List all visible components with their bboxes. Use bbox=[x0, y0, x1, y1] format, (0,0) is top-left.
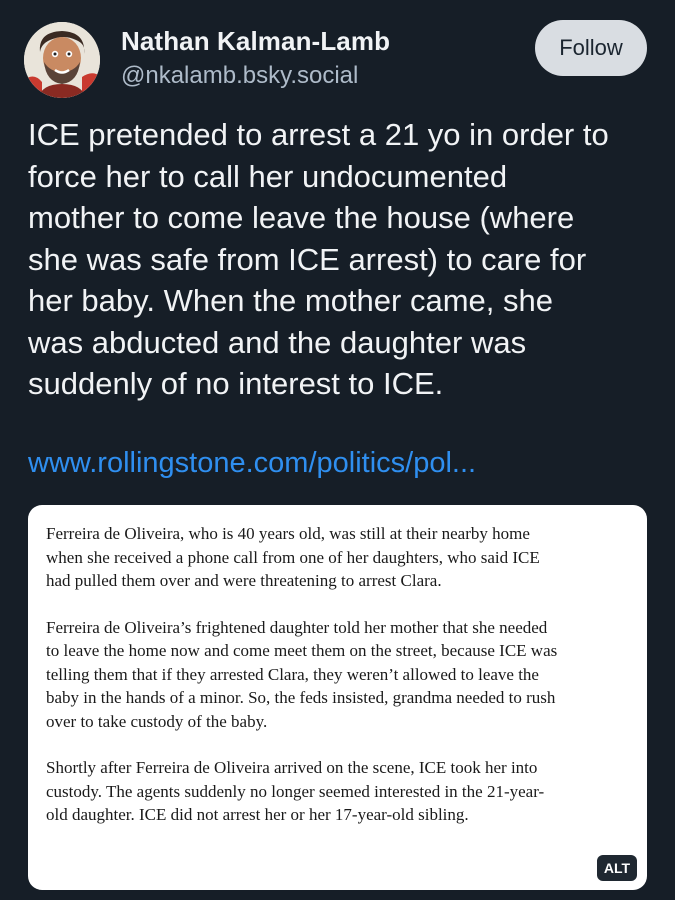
quote-line: old daughter. ICE did not arrest her or … bbox=[46, 805, 469, 824]
avatar-portrait-icon bbox=[24, 22, 100, 98]
quote-line: over to take custody of the baby. bbox=[46, 711, 268, 731]
post-text-line: suddenly of no interest to ICE. bbox=[28, 366, 444, 401]
quote-paragraph: Ferreira de Oliveira’s frightened daught… bbox=[46, 616, 636, 734]
quote-line: Ferreira de Oliveira, who is 40 years ol… bbox=[46, 524, 530, 543]
post-link[interactable]: www.rollingstone.com/politics/pol... bbox=[28, 447, 476, 480]
alt-text-button[interactable]: ALT bbox=[597, 855, 637, 881]
post-text-line: she was safe from ICE arrest) to care fo… bbox=[28, 241, 587, 277]
quote-line: when she received a phone call from one … bbox=[46, 547, 540, 567]
quote-line: telling them that if they arrested Clara… bbox=[46, 664, 539, 684]
post-text-line: ICE pretended to arrest a 21 yo in order… bbox=[28, 117, 609, 152]
post-text-line: force her to call her undocumented bbox=[28, 158, 508, 194]
post-text-line: her baby. When the mother came, she bbox=[28, 283, 553, 318]
quote-paragraph: Ferreira de Oliveira, who is 40 years ol… bbox=[46, 522, 636, 593]
author-display-name[interactable]: Nathan Kalman-Lamb bbox=[121, 26, 390, 57]
quote-line: baby in the hands of a minor. So, the fe… bbox=[46, 688, 556, 707]
quote-image-text: Ferreira de Oliveira, who is 40 years ol… bbox=[46, 522, 636, 850]
quote-line: custody. The agents suddenly no longer s… bbox=[46, 781, 545, 801]
post-text-line: was abducted and the daughter was bbox=[28, 324, 527, 360]
quote-line: Ferreira de Oliveira’s frightened daught… bbox=[46, 617, 548, 637]
follow-button[interactable]: Follow bbox=[535, 20, 647, 76]
avatar[interactable] bbox=[24, 22, 100, 98]
post-text-line: mother to come leave the house (where bbox=[28, 200, 575, 235]
quote-line: had pulled them over and were threatenin… bbox=[46, 571, 442, 590]
quote-image[interactable]: Ferreira de Oliveira, who is 40 years ol… bbox=[28, 505, 647, 890]
quote-line: Shortly after Ferreira de Oliveira arriv… bbox=[46, 758, 538, 777]
quote-paragraph: Shortly after Ferreira de Oliveira arriv… bbox=[46, 756, 636, 827]
post-text: ICE pretended to arrest a 21 yo in order… bbox=[28, 114, 658, 405]
author-handle[interactable]: @nkalamb.bsky.social bbox=[121, 62, 358, 90]
quote-line: to leave the home now and come meet them… bbox=[46, 641, 558, 660]
